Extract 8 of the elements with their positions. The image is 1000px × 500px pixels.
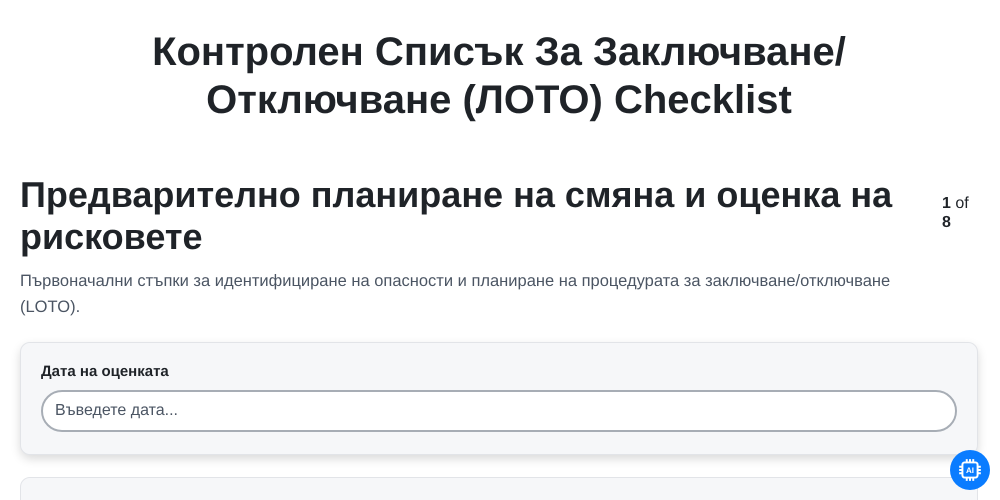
section-description: Първоначални стъпки за идентифициране на опасности и планиране на процедурата за заключване/отключване (LOTO). (20, 271, 892, 318)
section-heading: Предварително планиране на смяна и оценка на рисковете (20, 174, 894, 258)
ai-button[interactable]: AI (950, 450, 990, 490)
step-counter: 1 of 8 (942, 194, 970, 232)
input-field[interactable]: Въведете дата... (41, 390, 957, 432)
field-label: Дата на оценката (41, 363, 170, 380)
chip-icon (957, 457, 983, 483)
page-title: Контролен Списък За Заключване/ Отключване (ЛОТО) Checklist (151, 29, 847, 124)
